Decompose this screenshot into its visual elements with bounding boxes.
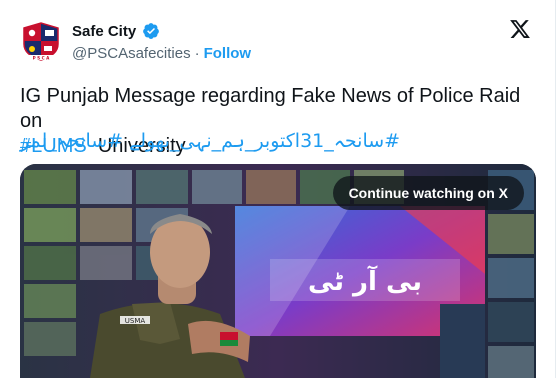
separator-dot: · — [194, 45, 200, 62]
account-name-row: Safe City — [72, 22, 160, 40]
hashtag-urdu-2[interactable]: #سانحہ_لمز — [20, 130, 123, 152]
video-player[interactable]: بی آر ٹی USMA Continue watching on X — [20, 164, 536, 378]
name-tag-text: USMA — [125, 317, 146, 325]
handle-row: @PSCAsafecities · Follow — [72, 45, 251, 62]
verified-badge-icon — [143, 23, 160, 39]
tweet-text-part-1: IG Punjab Message regarding Fake News of… — [20, 85, 521, 132]
account-handle[interactable]: @PSCAsafecities — [72, 45, 191, 62]
continue-watching-button[interactable]: Continue watching on X — [332, 176, 524, 210]
x-logo-icon[interactable] — [509, 18, 531, 40]
account-name[interactable]: Safe City — [72, 23, 136, 40]
svg-text:P S C A: P S C A — [33, 56, 51, 61]
tweet-card: P S C A Safe City @PSCAsafecities · Foll… — [0, 0, 556, 378]
safe-city-logo-icon: P S C A — [20, 20, 62, 62]
follow-button[interactable]: Follow — [204, 45, 252, 62]
avatar[interactable]: P S C A — [20, 20, 62, 62]
urdu-hashtags-line: #سانحہ_31اکتوبر_ہم_نہی_بھولے #سانحہ_لمز — [20, 130, 535, 152]
screen-graphic-text: بی آر ٹی — [308, 265, 422, 297]
hashtag-urdu-1[interactable]: #سانحہ_31اکتوبر_ہم_نہی_بھولے — [129, 130, 400, 152]
